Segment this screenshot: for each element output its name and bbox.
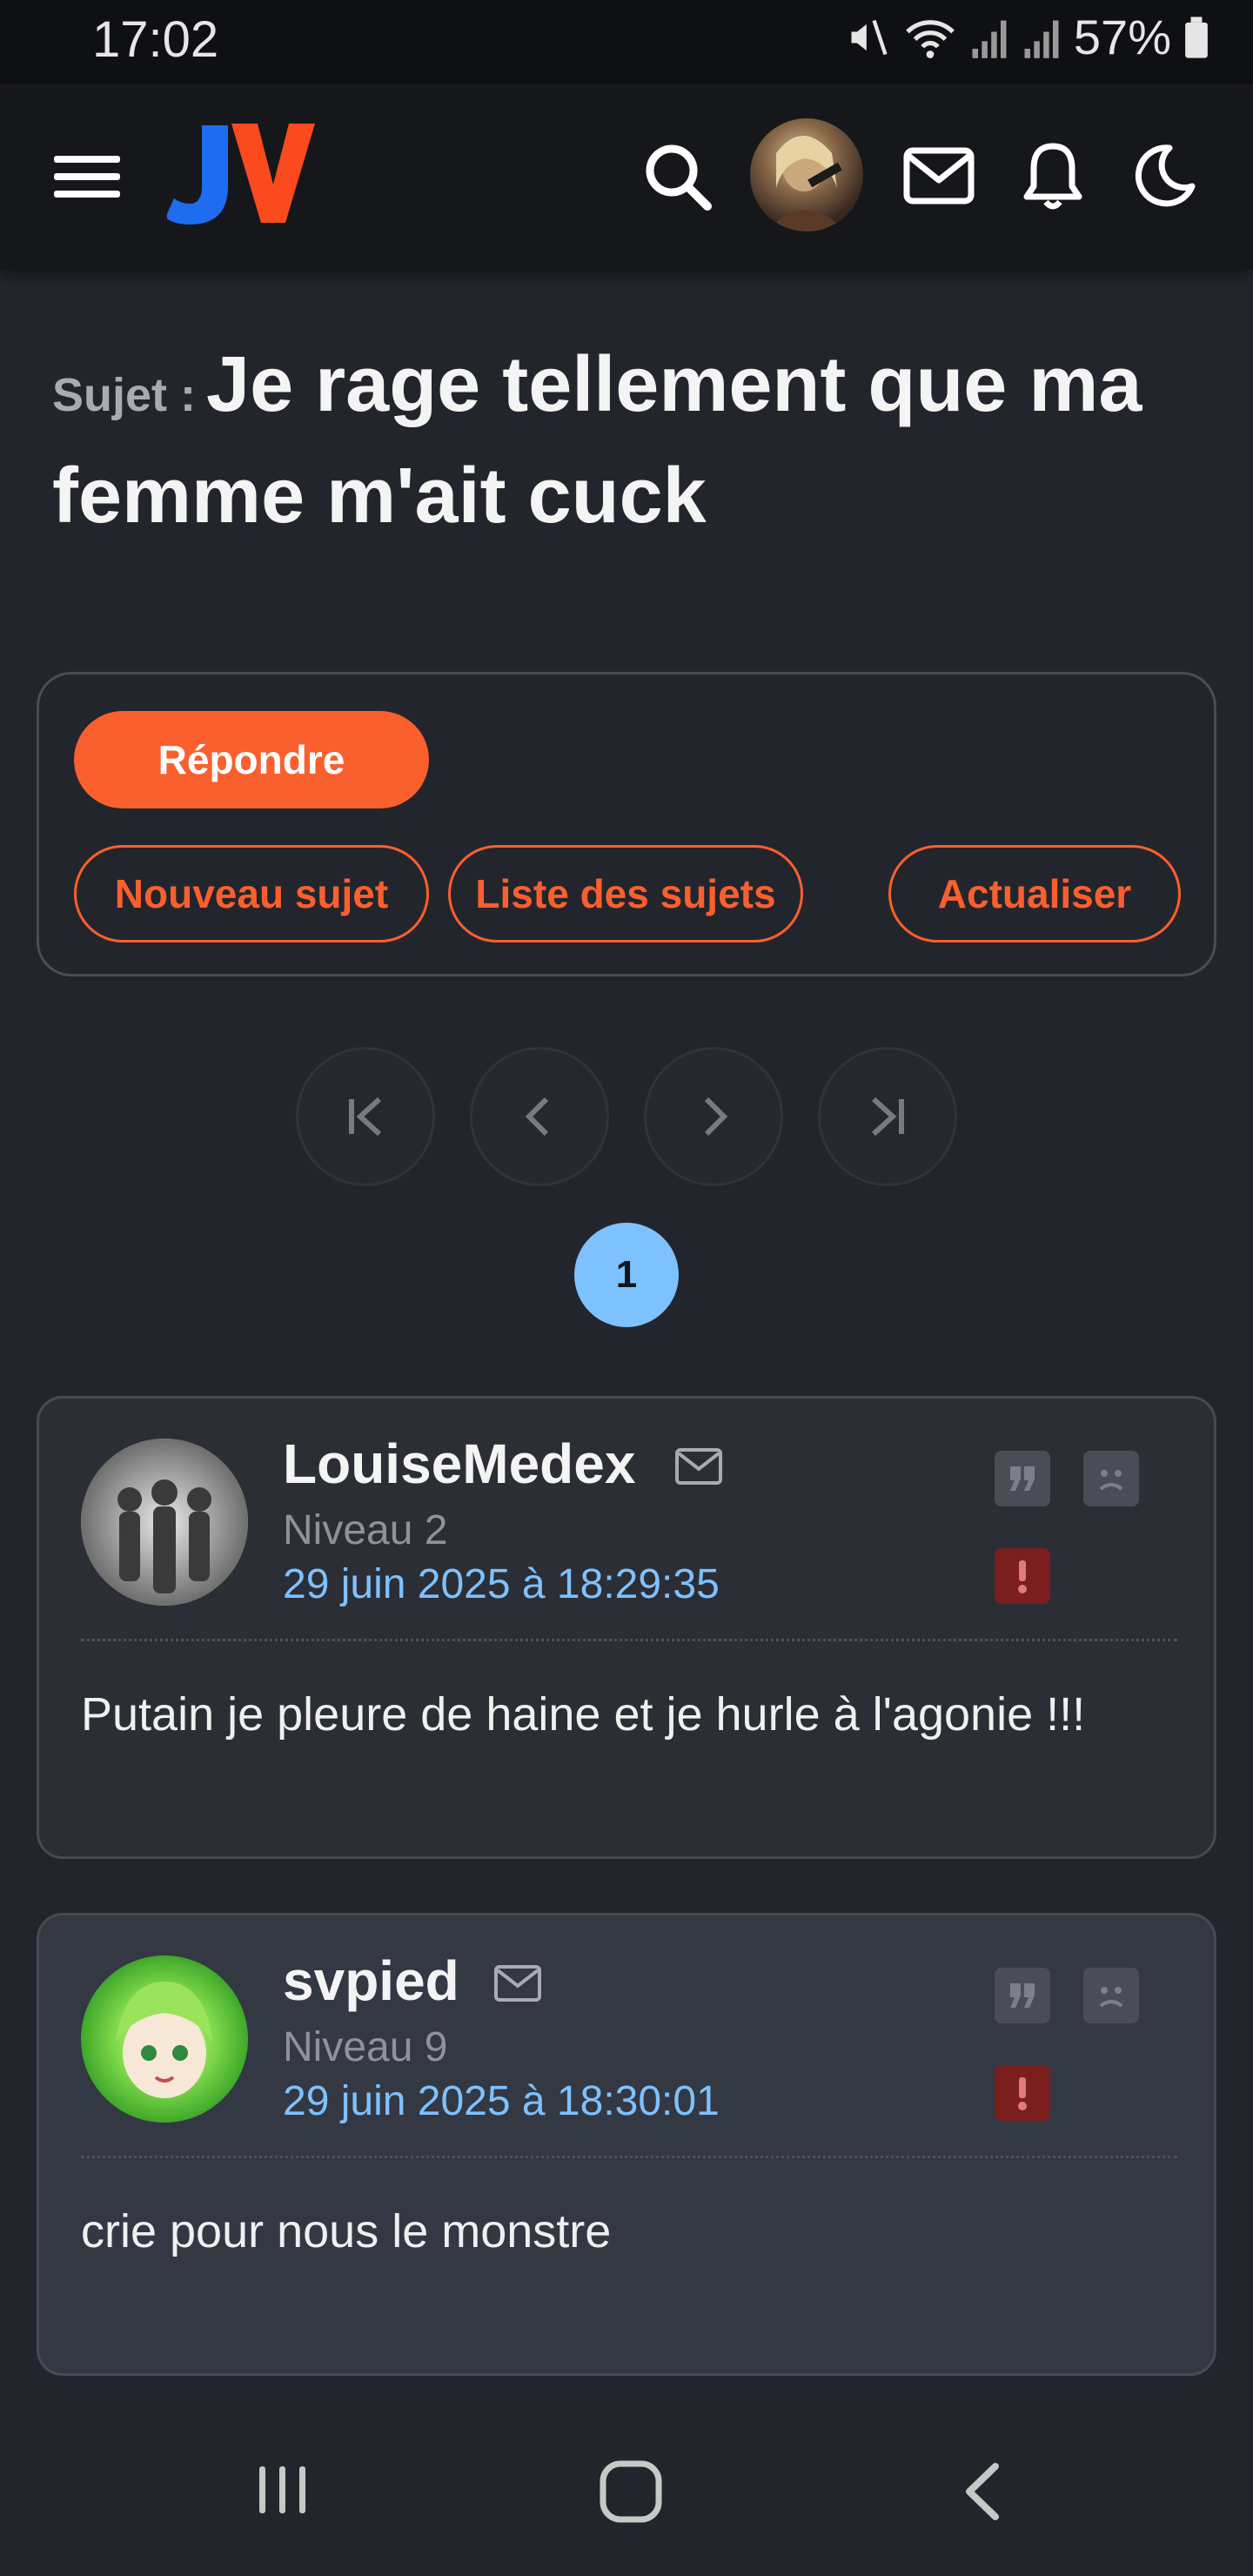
quote-button[interactable] <box>995 1968 1050 2023</box>
sad-reaction-button[interactable] <box>1083 1451 1139 1506</box>
signal-icon <box>972 20 1007 58</box>
post-divider <box>81 1639 1177 1641</box>
jv-logo[interactable] <box>167 118 315 231</box>
post-item: svpied Niveau 9 29 juin 2025 à 18:30:01 … <box>37 1913 1216 2376</box>
system-nav-bar <box>0 2428 1253 2576</box>
next-page-button[interactable] <box>644 1047 783 1186</box>
post-date[interactable]: 29 juin 2025 à 18:29:35 <box>283 1560 720 1608</box>
status-bar: 17:02 57% <box>0 0 1253 84</box>
post-body: Putain je pleure de haine et je hurle à … <box>81 1688 1086 1741</box>
reply-button[interactable]: Répondre <box>74 711 429 808</box>
post-item: LouiseMedex Niveau 2 29 juin 2025 à 18:2… <box>37 1396 1216 1859</box>
author-avatar[interactable] <box>81 1439 248 1606</box>
app-header <box>0 84 1253 270</box>
sad-reaction-button[interactable] <box>1083 1968 1139 2023</box>
topic-list-button[interactable]: Liste des sujets <box>448 845 803 943</box>
wifi-icon <box>906 19 955 58</box>
sad-face-icon <box>1099 1470 1123 1491</box>
post-body: crie pour nous le monstre <box>81 2205 612 2257</box>
battery-icon <box>1185 16 1208 58</box>
alert-icon <box>1018 1560 1027 1593</box>
quote-icon <box>1010 1466 1035 1491</box>
report-button[interactable] <box>995 1548 1050 1604</box>
user-avatar[interactable] <box>750 118 863 231</box>
last-page-button[interactable] <box>818 1047 957 1186</box>
last-page-icon <box>871 1097 904 1137</box>
current-page-indicator[interactable]: 1 <box>574 1223 679 1327</box>
recents-icon[interactable] <box>254 2461 312 2519</box>
report-button[interactable] <box>995 2065 1050 2121</box>
post-date[interactable]: 29 juin 2025 à 18:30:01 <box>283 2077 720 2125</box>
chevron-left-icon <box>525 1097 549 1137</box>
first-page-icon <box>349 1097 382 1137</box>
mute-icon <box>851 19 888 55</box>
message-author-icon[interactable] <box>674 1447 723 1490</box>
chevron-right-icon <box>704 1097 728 1137</box>
back-icon[interactable] <box>957 2461 1009 2522</box>
author-level: Niveau 9 <box>283 2024 448 2070</box>
quote-button[interactable] <box>995 1451 1050 1506</box>
moon-icon[interactable] <box>1128 139 1201 212</box>
message-author-icon[interactable] <box>493 1964 542 2007</box>
post-divider <box>81 2156 1177 2158</box>
status-time: 17:02 <box>92 11 219 68</box>
first-page-button[interactable] <box>296 1047 435 1186</box>
quote-icon <box>1010 1983 1035 2008</box>
author-avatar[interactable] <box>81 1955 248 2123</box>
status-icons: 57% <box>846 9 1209 65</box>
alert-icon <box>1018 2077 1027 2110</box>
prev-page-button[interactable] <box>470 1047 609 1186</box>
topic-label: Sujet : <box>52 369 197 421</box>
battery-level: 57% <box>1073 10 1171 64</box>
topic-title-block: Sujet : Je rage tellement que ma femme m'… <box>52 329 1209 552</box>
author-name[interactable]: LouiseMedex <box>283 1432 635 1496</box>
topic-actions: Répondre Nouveau sujet Liste des sujets … <box>37 672 1216 976</box>
signal-icon-2 <box>1024 20 1059 58</box>
home-icon[interactable] <box>599 2459 663 2524</box>
mail-icon[interactable] <box>901 141 976 211</box>
page-title: Je rage tellement que ma femme m'ait cuc… <box>52 341 1142 540</box>
bell-icon[interactable] <box>1020 138 1086 214</box>
refresh-button[interactable]: Actualiser <box>888 845 1181 943</box>
new-topic-button[interactable]: Nouveau sujet <box>74 845 429 943</box>
search-icon[interactable] <box>640 139 715 214</box>
menu-icon[interactable] <box>52 146 122 207</box>
sad-face-icon <box>1099 1987 1123 2008</box>
author-name[interactable]: svpied <box>283 1949 459 2013</box>
author-level: Niveau 2 <box>283 1507 448 1553</box>
